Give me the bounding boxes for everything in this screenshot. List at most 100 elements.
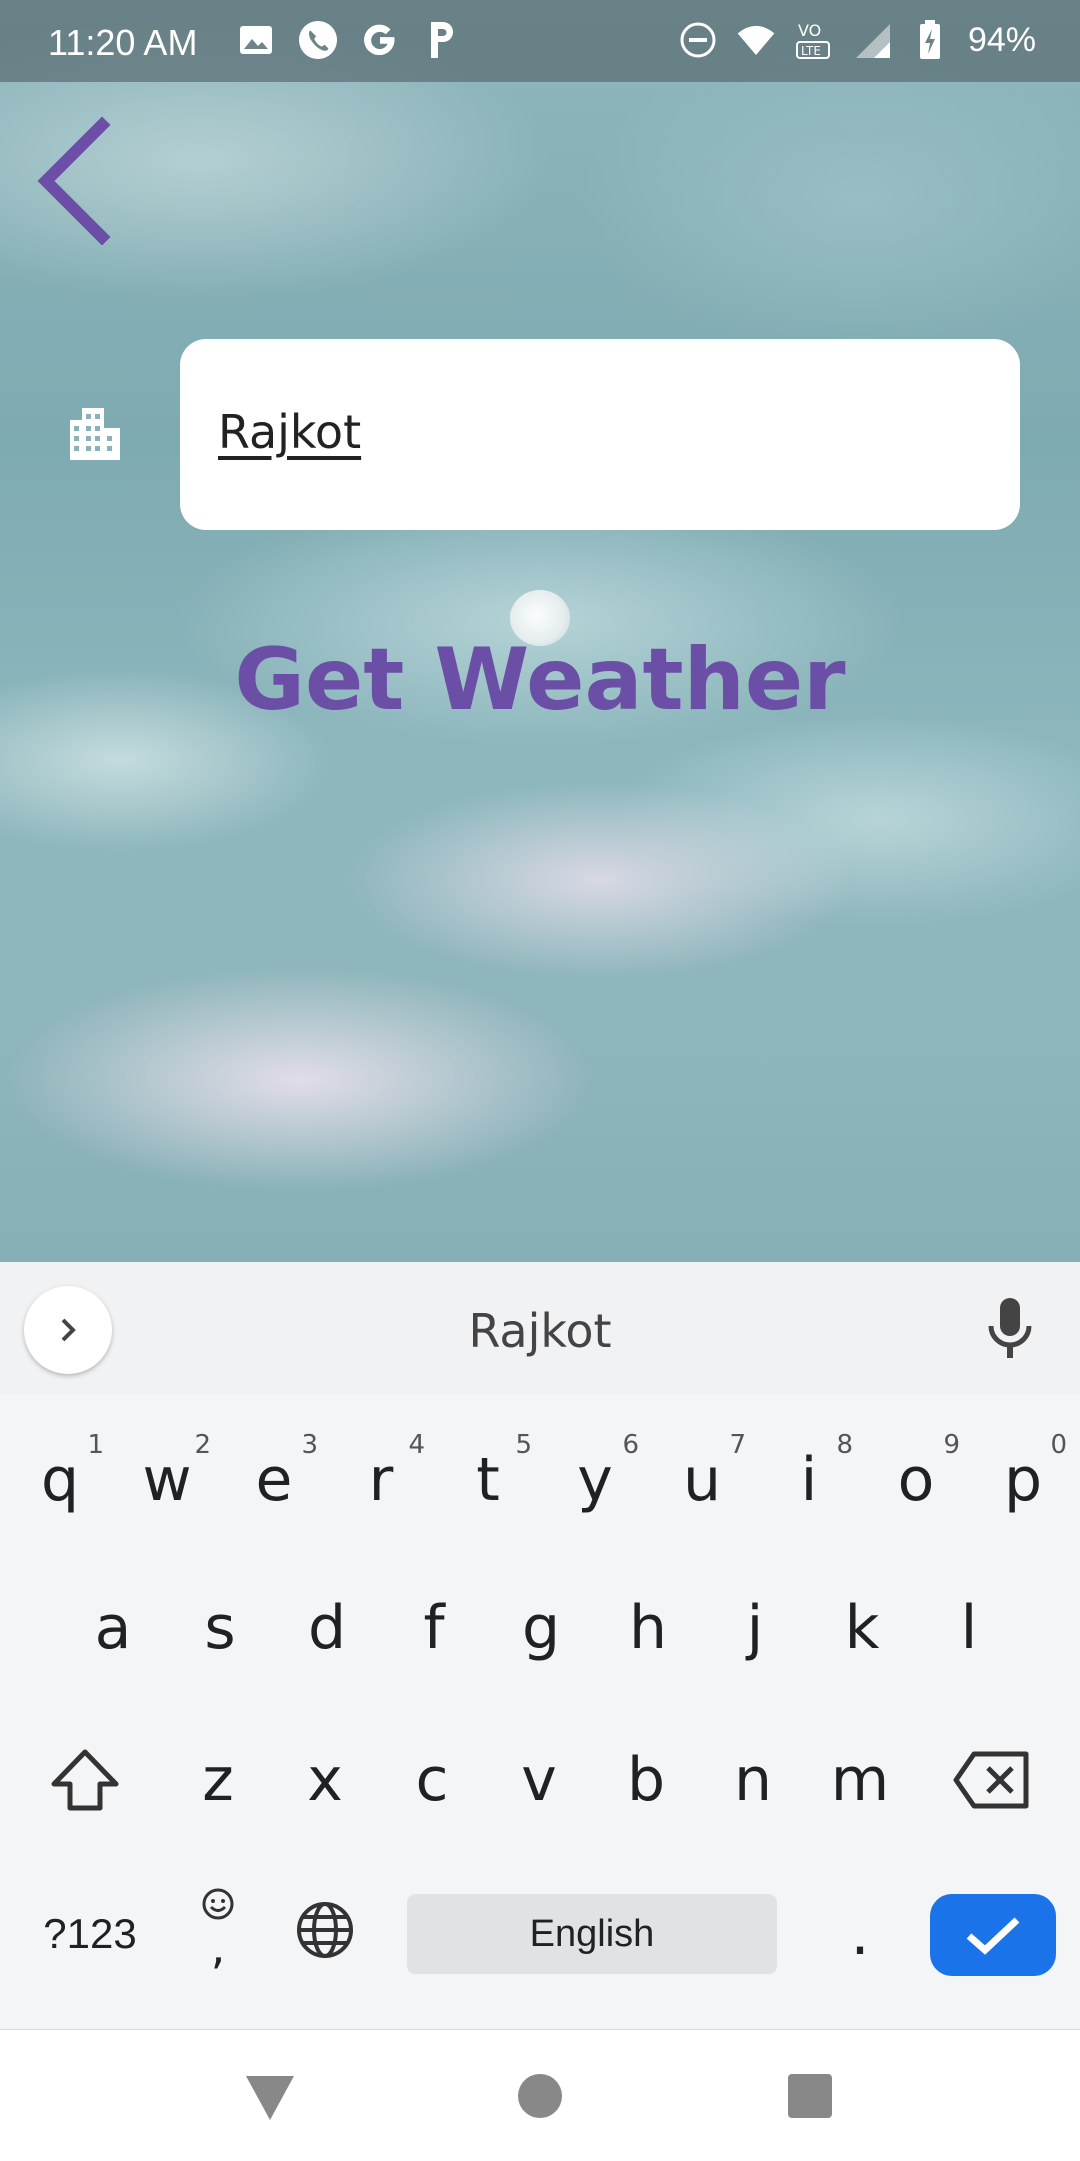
checkmark-icon xyxy=(966,1917,1020,1955)
key-m[interactable]: m xyxy=(810,1720,910,1840)
key-label: r xyxy=(368,1445,394,1515)
battery-percent: 94% xyxy=(967,20,1036,59)
enter-key[interactable] xyxy=(930,1894,1056,1976)
dnd-icon xyxy=(678,20,718,60)
key-label: b xyxy=(626,1745,666,1815)
key-a[interactable]: a xyxy=(63,1568,163,1688)
key-b[interactable]: b xyxy=(596,1720,696,1840)
key-label: x xyxy=(307,1745,343,1815)
get-weather-button[interactable]: Get Weather xyxy=(0,630,1080,730)
city-icon xyxy=(66,404,124,462)
volte-icon: VO LTE xyxy=(794,20,834,60)
suggestion-bar: Rajkot xyxy=(0,1262,1080,1394)
comma-label: , xyxy=(210,1920,226,1974)
key-y[interactable]: y6 xyxy=(545,1420,645,1540)
phone-icon xyxy=(298,20,338,60)
key-label: e xyxy=(255,1445,293,1515)
key-w[interactable]: w2 xyxy=(117,1420,217,1540)
key-v[interactable]: v xyxy=(489,1720,589,1840)
key-label: j xyxy=(746,1593,764,1663)
image-icon xyxy=(236,20,276,60)
key-hint: 7 xyxy=(729,1430,746,1460)
battery-icon xyxy=(910,20,950,60)
key-label: q xyxy=(40,1445,80,1515)
key-l[interactable]: l xyxy=(919,1568,1019,1688)
svg-text:LTE: LTE xyxy=(801,44,821,58)
key-label: y xyxy=(577,1445,613,1515)
backspace-icon xyxy=(953,1751,1029,1809)
home-nav-button[interactable] xyxy=(512,2068,568,2124)
key-hint: 5 xyxy=(515,1430,532,1460)
key-x[interactable]: x xyxy=(275,1720,375,1840)
status-bar: 11:20 AM VO LTE 94% xyxy=(0,0,1080,82)
key-hint: 0 xyxy=(1050,1430,1067,1460)
globe-icon xyxy=(297,1902,353,1958)
key-u[interactable]: u7 xyxy=(652,1420,752,1540)
key-e[interactable]: e3 xyxy=(224,1420,324,1540)
key-label: f xyxy=(423,1593,445,1663)
key-label: g xyxy=(521,1593,561,1663)
key-label: o xyxy=(897,1445,935,1515)
key-label: i xyxy=(800,1445,818,1515)
city-input[interactable]: Rajkot xyxy=(218,405,361,459)
svg-text:VO: VO xyxy=(798,21,821,40)
key-g[interactable]: g xyxy=(491,1568,591,1688)
symbols-key[interactable]: ?123 xyxy=(30,1894,150,1974)
key-f[interactable]: f xyxy=(384,1568,484,1688)
suggestion-word[interactable]: Rajkot xyxy=(0,1304,1080,1358)
key-d[interactable]: d xyxy=(277,1568,377,1688)
key-j[interactable]: j xyxy=(705,1568,805,1688)
key-h[interactable]: h xyxy=(598,1568,698,1688)
backspace-key[interactable] xyxy=(942,1720,1042,1840)
key-hint: 4 xyxy=(408,1430,425,1460)
key-p[interactable]: p0 xyxy=(973,1420,1073,1540)
language-key[interactable] xyxy=(275,1870,375,1990)
back-arrow-icon xyxy=(37,116,111,246)
key-k[interactable]: k xyxy=(812,1568,912,1688)
key-n[interactable]: n xyxy=(703,1720,803,1840)
key-hint: 1 xyxy=(87,1430,104,1460)
key-label: t xyxy=(476,1445,500,1515)
key-label: h xyxy=(628,1593,668,1663)
key-c[interactable]: c xyxy=(382,1720,482,1840)
key-label: v xyxy=(521,1745,557,1815)
key-hint: 3 xyxy=(301,1430,318,1460)
space-key[interactable]: English xyxy=(407,1894,777,1974)
key-label: p xyxy=(1003,1445,1043,1515)
wifi-icon xyxy=(736,20,776,60)
key-label: l xyxy=(960,1593,978,1663)
recents-square-icon xyxy=(788,2074,832,2118)
key-r[interactable]: r4 xyxy=(331,1420,431,1540)
recents-nav-button[interactable] xyxy=(782,2068,838,2124)
key-hint: 2 xyxy=(194,1430,211,1460)
shift-icon xyxy=(51,1749,119,1811)
key-label: c xyxy=(415,1745,449,1815)
key-q[interactable]: q1 xyxy=(10,1420,110,1540)
key-i[interactable]: i8 xyxy=(759,1420,859,1540)
google-icon xyxy=(360,20,400,60)
shift-key[interactable] xyxy=(35,1720,135,1840)
back-button[interactable] xyxy=(30,115,120,246)
key-label: u xyxy=(682,1445,722,1515)
key-label: k xyxy=(844,1593,880,1663)
key-label: n xyxy=(733,1745,773,1815)
key-o[interactable]: o9 xyxy=(866,1420,966,1540)
mic-button[interactable] xyxy=(985,1296,1035,1362)
key-label: d xyxy=(307,1593,347,1663)
back-triangle-icon xyxy=(246,2076,294,2120)
p-icon xyxy=(422,20,462,60)
back-nav-button[interactable] xyxy=(242,2068,298,2124)
emoji-comma-key[interactable]: , xyxy=(168,1870,268,1990)
city-field[interactable]: Rajkot xyxy=(180,339,1020,530)
key-label: w xyxy=(142,1445,192,1515)
signal-icon xyxy=(852,20,892,60)
key-z[interactable]: z xyxy=(168,1720,268,1840)
home-circle-icon xyxy=(518,2074,562,2118)
mic-icon xyxy=(988,1298,1032,1358)
key-t[interactable]: t5 xyxy=(438,1420,538,1540)
key-hint: 6 xyxy=(622,1430,639,1460)
period-key[interactable]: . xyxy=(810,1874,910,1994)
key-s[interactable]: s xyxy=(170,1568,270,1688)
key-label: z xyxy=(202,1745,234,1815)
key-label: a xyxy=(94,1593,132,1663)
